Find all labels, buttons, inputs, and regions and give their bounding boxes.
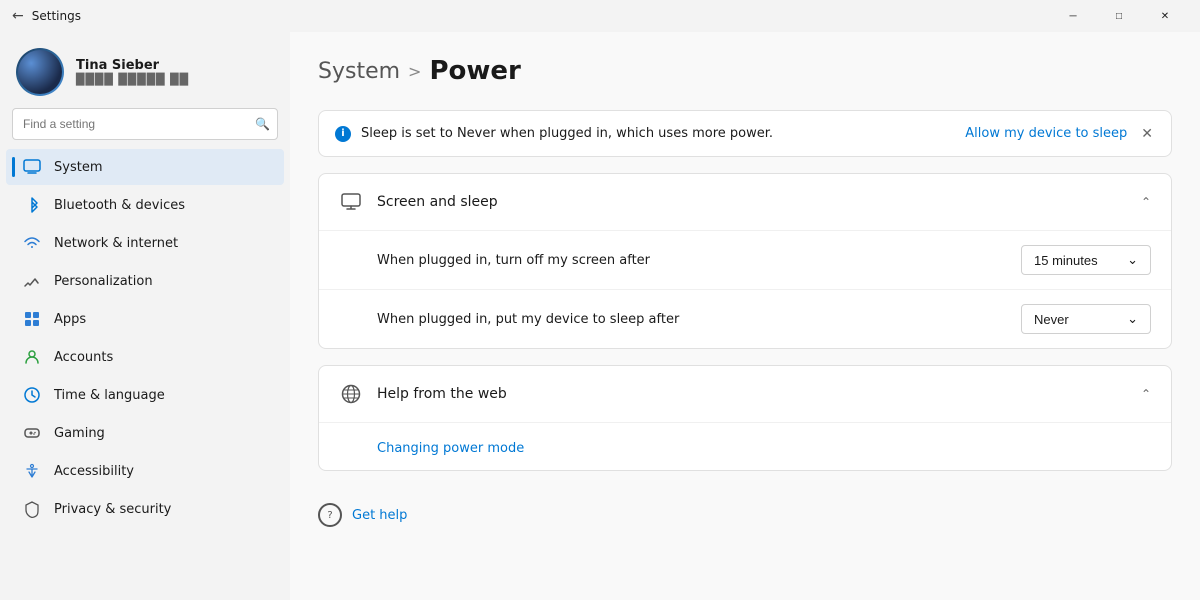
sidebar-item-time[interactable]: Time & language	[6, 377, 284, 413]
sleep-value: Never	[1034, 312, 1069, 327]
sleep-dropdown[interactable]: Never ⌄	[1021, 304, 1151, 334]
help-web-chevron: ⌃	[1141, 387, 1151, 401]
breadcrumb-current: Power	[429, 56, 520, 86]
system-icon	[22, 157, 42, 177]
sidebar-item-label-gaming: Gaming	[54, 426, 105, 441]
info-banner: i Sleep is set to Never when plugged in,…	[318, 110, 1172, 157]
breadcrumb: System > Power	[318, 56, 1172, 86]
titlebar-left: ← Settings	[12, 8, 81, 24]
sidebar-item-label-accessibility: Accessibility	[54, 464, 134, 479]
section-header-left: Screen and sleep	[339, 190, 498, 214]
sidebar-item-apps[interactable]: Apps	[6, 301, 284, 337]
info-banner-close[interactable]: ✕	[1139, 125, 1155, 142]
avatar	[16, 48, 64, 96]
breadcrumb-separator: >	[408, 62, 421, 81]
screen-off-row: When plugged in, turn off my screen afte…	[319, 230, 1171, 289]
help-web-left: Help from the web	[339, 382, 507, 406]
sidebar-item-label-bluetooth: Bluetooth & devices	[54, 198, 185, 213]
user-name: Tina Sieber	[76, 58, 189, 73]
sidebar-item-label-network: Network & internet	[54, 236, 178, 251]
info-banner-left: i Sleep is set to Never when plugged in,…	[335, 126, 773, 142]
sidebar-item-accessibility[interactable]: Accessibility	[6, 453, 284, 489]
sidebar-item-gaming[interactable]: Gaming	[6, 415, 284, 451]
bluetooth-icon	[22, 195, 42, 215]
back-icon[interactable]: ←	[12, 8, 24, 24]
sidebar-item-label-time: Time & language	[54, 388, 165, 403]
app-window: Tina Sieber ████ █████ ██ 🔍 System Bluet…	[0, 32, 1200, 600]
sidebar-item-label-privacy: Privacy & security	[54, 502, 171, 517]
sidebar-item-label-personalization: Personalization	[54, 274, 153, 289]
get-help-icon: ?	[318, 503, 342, 527]
close-button[interactable]: ✕	[1142, 0, 1188, 32]
sleep-label: When plugged in, put my device to sleep …	[377, 312, 679, 327]
maximize-button[interactable]: □	[1096, 0, 1142, 32]
time-icon	[22, 385, 42, 405]
sidebar-item-label-accounts: Accounts	[54, 350, 113, 365]
sidebar-item-network[interactable]: Network & internet	[6, 225, 284, 261]
main-content: System > Power i Sleep is set to Never w…	[290, 32, 1200, 600]
screen-off-chevron: ⌄	[1127, 252, 1138, 268]
apps-icon	[22, 309, 42, 329]
titlebar: ← Settings ─ □ ✕	[0, 0, 1200, 32]
changing-power-mode-row: Changing power mode	[319, 422, 1171, 470]
minimize-button[interactable]: ─	[1050, 0, 1096, 32]
screen-sleep-section: Screen and sleep ⌃ When plugged in, turn…	[318, 173, 1172, 349]
get-help-link[interactable]: Get help	[352, 508, 407, 523]
personalization-icon	[22, 271, 42, 291]
screen-sleep-title: Screen and sleep	[377, 194, 498, 210]
globe-icon	[339, 382, 363, 406]
changing-power-mode-link[interactable]: Changing power mode	[377, 441, 524, 456]
accessibility-icon	[22, 461, 42, 481]
sidebar: Tina Sieber ████ █████ ██ 🔍 System Bluet…	[0, 32, 290, 600]
user-info: Tina Sieber ████ █████ ██	[76, 58, 189, 86]
gaming-icon	[22, 423, 42, 443]
accounts-icon	[22, 347, 42, 367]
sidebar-item-bluetooth[interactable]: Bluetooth & devices	[6, 187, 284, 223]
network-icon	[22, 233, 42, 253]
help-web-title: Help from the web	[377, 386, 507, 402]
sidebar-item-system[interactable]: System	[6, 149, 284, 185]
sidebar-item-label-apps: Apps	[54, 312, 86, 327]
sidebar-item-personalization[interactable]: Personalization	[6, 263, 284, 299]
sidebar-item-privacy[interactable]: Privacy & security	[6, 491, 284, 527]
screen-off-label: When plugged in, turn off my screen afte…	[377, 253, 650, 268]
screen-off-value: 15 minutes	[1034, 253, 1098, 268]
search-input[interactable]	[12, 108, 278, 140]
user-email: ████ █████ ██	[76, 73, 189, 86]
app-title: Settings	[32, 9, 81, 23]
info-banner-text: Sleep is set to Never when plugged in, w…	[361, 126, 773, 141]
breadcrumb-parent[interactable]: System	[318, 59, 400, 84]
sleep-chevron: ⌄	[1127, 311, 1138, 327]
sleep-row: When plugged in, put my device to sleep …	[319, 289, 1171, 348]
screen-off-dropdown[interactable]: 15 minutes ⌄	[1021, 245, 1151, 275]
window-controls: ─ □ ✕	[1050, 0, 1188, 32]
help-web-header[interactable]: Help from the web ⌃	[319, 366, 1171, 422]
search-box: 🔍	[12, 108, 278, 140]
user-profile[interactable]: Tina Sieber ████ █████ ██	[0, 32, 290, 108]
screen-sleep-chevron: ⌃	[1141, 195, 1151, 209]
info-banner-link[interactable]: Allow my device to sleep	[965, 126, 1127, 141]
screen-sleep-header[interactable]: Screen and sleep ⌃	[319, 174, 1171, 230]
info-banner-right: Allow my device to sleep ✕	[965, 125, 1155, 142]
search-icon: 🔍	[255, 117, 270, 131]
help-web-section: Help from the web ⌃ Changing power mode	[318, 365, 1172, 471]
monitor-icon	[339, 190, 363, 214]
sidebar-item-label-system: System	[54, 160, 102, 175]
info-icon: i	[335, 126, 351, 142]
sidebar-item-accounts[interactable]: Accounts	[6, 339, 284, 375]
privacy-icon	[22, 499, 42, 519]
get-help-row: ? Get help	[318, 487, 1172, 527]
